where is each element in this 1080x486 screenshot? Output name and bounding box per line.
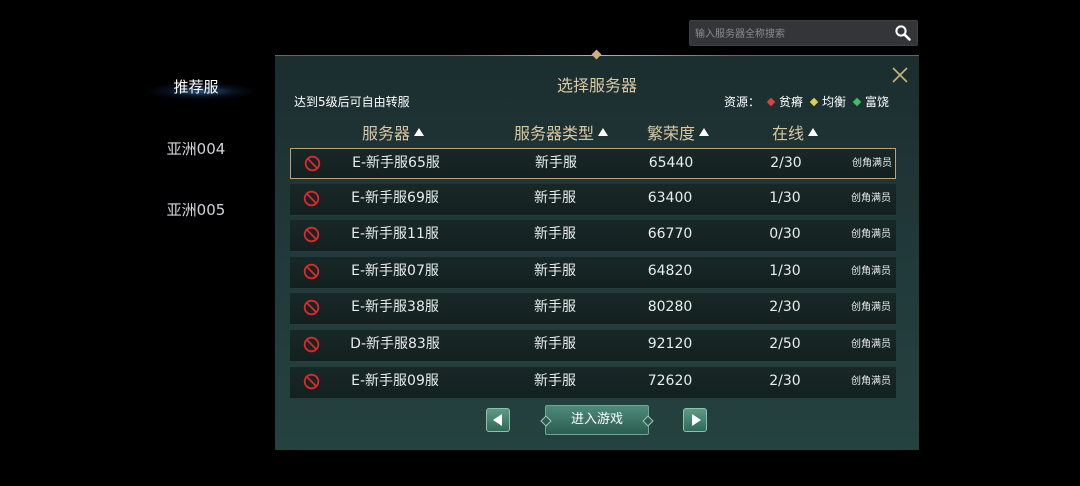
server-row[interactable]: E-新手服07服 新手服 64820 1/30 创角满员 [290,256,896,289]
server-select-screen: 推荐服 亚洲004 亚洲005 选择服务器 达到5级后可自由转服 资源： 贫瘠 … [0,0,1080,486]
tab-recommended[interactable]: 推荐服 [140,73,252,101]
server-type: 新手服 [534,262,576,279]
column-header-server[interactable]: 服务器 [362,120,425,144]
search-icon[interactable] [894,24,912,42]
ban-icon [303,300,320,316]
yellow-gem-icon [809,97,819,106]
tab-label: 亚洲004 [166,140,226,158]
server-name: D-新手服83服 [350,335,440,352]
server-row[interactable]: E-新手服65服 新手服 65440 2/30 创角满员 [290,148,896,179]
transfer-note: 达到5级后可自由转服 [294,95,410,109]
column-header-label: 繁荣度 [647,124,696,143]
column-header-prosperity[interactable]: 繁荣度 [647,120,710,144]
server-type: 新手服 [534,299,576,316]
server-prosperity: 80280 [647,299,693,316]
server-prosperity: 63400 [647,189,693,206]
server-status: 创角满员 [851,265,891,277]
button-ornament-icon [642,415,654,427]
resource-legend: 资源： 贫瘠 均衡 富饶 [724,93,889,110]
close-icon[interactable] [891,66,909,84]
button-ornament-icon [540,415,552,427]
legend-label: 资源： [723,95,760,109]
tab-label: 推荐服 [173,78,219,96]
server-online: 2/50 [769,335,801,352]
column-header-server-type[interactable]: 服务器类型 [514,120,609,144]
server-name: E-新手服69服 [351,189,439,206]
enter-game-button[interactable]: 进入游戏 [540,405,654,435]
ban-icon [303,190,320,206]
server-type: 新手服 [534,189,576,206]
server-status: 创角满员 [852,158,892,169]
ban-icon [303,336,320,353]
server-type: 新手服 [535,155,577,171]
server-status: 创角满员 [851,192,891,204]
server-status: 创角满员 [851,375,891,387]
column-header-label: 服务器 [362,124,411,143]
arrow-right-icon [692,414,701,426]
legend-item-rich: 富饶 [864,95,889,109]
server-online: 0/30 [769,226,801,243]
red-gem-icon [766,97,776,106]
server-online: 1/30 [769,262,801,279]
ban-icon [303,373,320,389]
server-row[interactable]: E-新手服38服 新手服 80280 2/30 创角满员 [290,293,896,326]
server-select-panel: 选择服务器 达到5级后可自由转服 资源： 贫瘠 均衡 富饶 服务器 服务器类型 … [275,49,919,450]
server-search-bar [689,20,918,47]
column-header-online[interactable]: 在线 [772,120,819,144]
server-online: 2/30 [769,299,801,316]
sort-asc-icon [699,128,710,136]
server-online: 2/30 [769,372,801,389]
server-prosperity: 92120 [647,335,693,352]
sort-asc-icon [808,128,819,136]
server-type: 新手服 [534,372,576,389]
green-gem-icon [852,97,862,106]
server-prosperity: 72620 [647,372,693,389]
prev-page-button[interactable] [486,408,510,432]
ban-icon [303,226,320,243]
tab-asia-005[interactable]: 亚洲005 [140,196,252,224]
server-row[interactable]: E-新手服11服 新手服 66770 0/30 创角满员 [290,220,896,253]
server-list: E-新手服65服 新手服 65440 2/30 创角满员 E-新手服69服 新手… [290,148,896,403]
ban-icon [304,155,321,172]
enter-game-label: 进入游戏 [570,412,623,427]
server-name: E-新手服65服 [352,155,440,171]
tab-label: 亚洲005 [166,201,226,219]
server-prosperity: 65440 [648,155,694,171]
legend-item-balanced: 均衡 [821,95,846,109]
legend-item-barren: 贫瘠 [778,95,803,109]
server-search-input[interactable] [690,21,892,47]
sort-asc-icon [598,128,609,136]
server-name: E-新手服38服 [351,299,439,316]
tab-asia-004[interactable]: 亚洲004 [140,135,252,163]
server-status: 创角满员 [851,338,891,350]
server-prosperity: 64820 [647,262,693,279]
server-row[interactable]: D-新手服83服 新手服 92120 2/50 创角满员 [290,329,896,362]
ban-icon [303,263,320,279]
arrow-left-icon [493,414,502,426]
column-header-label: 服务器类型 [514,124,595,143]
panel-ornament-gem-icon [591,49,602,60]
server-name: E-新手服09服 [351,372,439,389]
server-online: 2/30 [770,155,802,171]
server-status: 创角满员 [851,229,891,241]
next-page-button[interactable] [683,408,707,432]
server-name: E-新手服07服 [351,262,439,279]
server-prosperity: 66770 [647,226,693,243]
server-status: 创角满员 [851,302,891,314]
server-name: E-新手服11服 [351,226,439,243]
server-type: 新手服 [534,226,576,243]
sort-asc-icon [414,128,425,136]
server-row[interactable]: E-新手服09服 新手服 72620 2/30 创角满员 [290,366,896,399]
server-type: 新手服 [534,335,576,352]
server-row[interactable]: E-新手服69服 新手服 63400 1/30 创角满员 [290,183,896,216]
server-online: 1/30 [769,189,801,206]
column-header-label: 在线 [772,124,805,143]
